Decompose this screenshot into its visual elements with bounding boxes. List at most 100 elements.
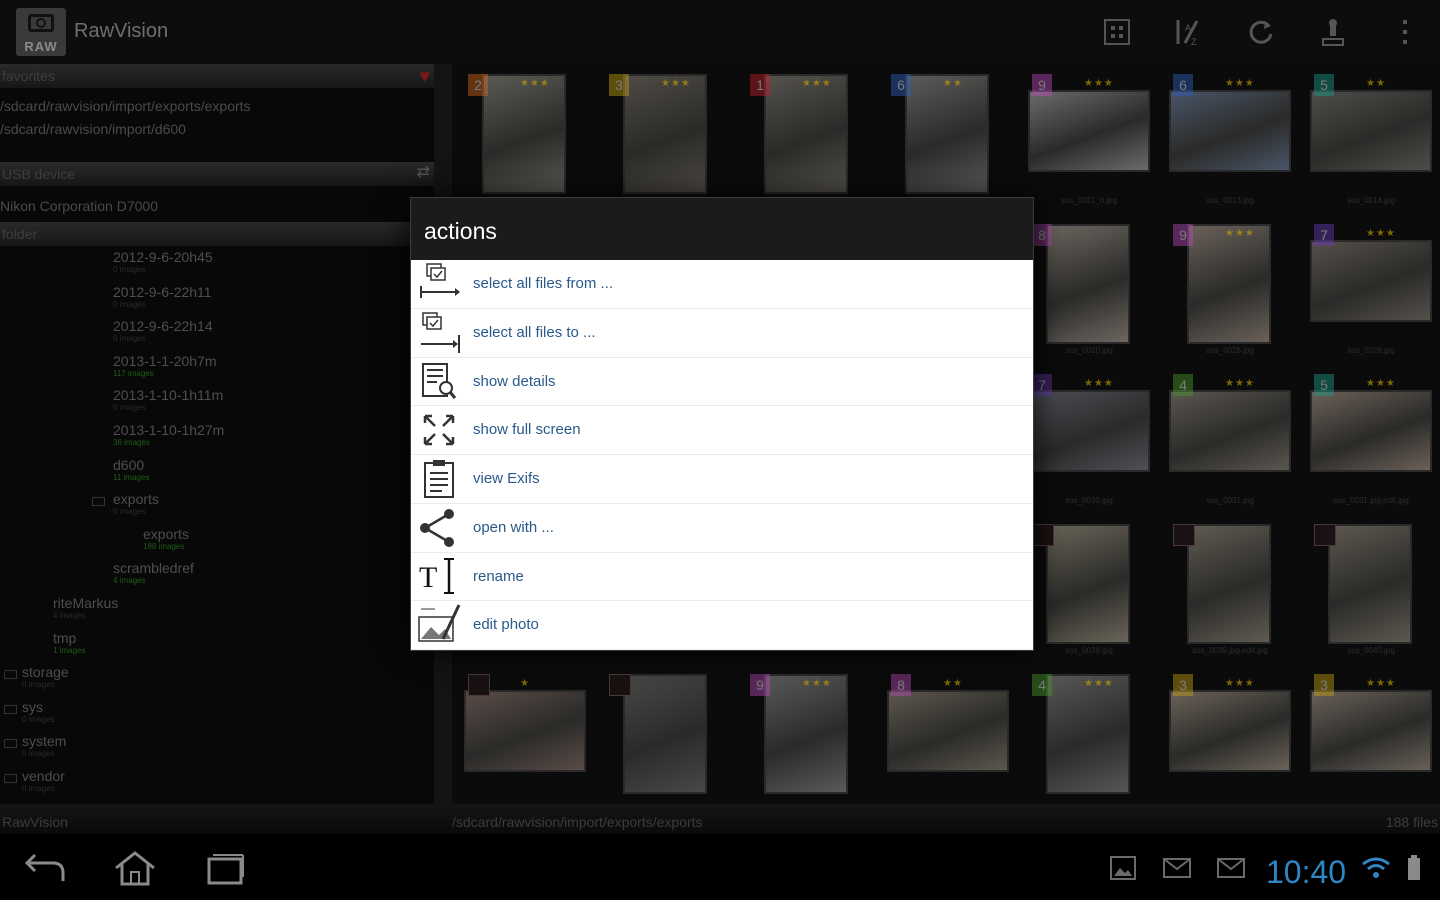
photo-filename: sos_0040.jpg xyxy=(1347,646,1395,655)
action-item-edit-photo[interactable]: edit photo xyxy=(411,601,1033,650)
photo-thumbnail[interactable]: sos_0039.jpg xyxy=(1022,520,1156,664)
mail-notification-icon[interactable] xyxy=(1152,848,1202,888)
refresh-icon[interactable] xyxy=(1246,16,1276,48)
action-item-view-exifs[interactable]: view Exifs xyxy=(411,455,1033,504)
photo-image xyxy=(1169,690,1291,772)
photo-image xyxy=(887,690,1009,772)
folder-header: folder xyxy=(0,222,434,246)
photo-image xyxy=(764,74,848,194)
photo-image xyxy=(1028,390,1150,472)
photo-thumbnail[interactable]: ★ xyxy=(458,670,592,804)
photo-thumbnail[interactable]: 4 ★★★ sos_0031.jpg xyxy=(1163,370,1297,514)
action-item-show-details[interactable]: show details xyxy=(411,358,1033,407)
photo-image xyxy=(1310,390,1432,472)
home-icon[interactable] xyxy=(110,848,160,888)
folder-item[interactable]: exports xyxy=(113,492,159,506)
photo-thumbnail[interactable]: 3 ★★★ xyxy=(1304,670,1438,804)
details-icon xyxy=(417,360,463,404)
folder-item[interactable]: vendor xyxy=(22,769,65,783)
photo-thumbnail[interactable]: 8 ★★ xyxy=(881,670,1015,804)
action-item-open-with[interactable]: open with ... xyxy=(411,504,1033,553)
folder-item[interactable]: 2013-1-1-20h7m xyxy=(113,354,217,368)
folder-item[interactable]: 2013-1-10-1h27m xyxy=(113,423,224,437)
photo-thumbnail[interactable]: 6 ★★ xyxy=(881,70,1015,214)
folder-item[interactable]: system xyxy=(22,734,66,748)
action-item-show-full-screen[interactable]: show full screen xyxy=(411,406,1033,455)
clipboard-icon xyxy=(417,457,463,501)
no-label-icon xyxy=(1032,524,1054,546)
photo-image xyxy=(1046,674,1130,794)
photo-thumbnail[interactable]: sos_0039.jpg.edit.jpg xyxy=(1163,520,1297,664)
folder-item[interactable]: exports xyxy=(143,527,189,541)
photo-thumbnail[interactable]: 5 ★★★ sos_0031.jpg.edit.jpg xyxy=(1304,370,1438,514)
favorite-path-1[interactable]: /sdcard/rawvision/import/exports/exports xyxy=(0,98,251,114)
color-label-badge: 4 xyxy=(1173,374,1193,396)
photo-thumbnail[interactable]: 6 ★★★ sos_0013.jpg xyxy=(1163,70,1297,214)
heart-icon[interactable]: ♥ xyxy=(419,66,430,87)
status-app-name: RawVision xyxy=(2,814,68,830)
photo-thumbnail[interactable]: 9 ★★★ xyxy=(740,670,874,804)
folder-item[interactable]: 2012-9-6-22h11 xyxy=(113,285,212,299)
usb-header-label: USB device xyxy=(2,166,76,182)
action-item-select-all-files-to[interactable]: select all files to ... xyxy=(411,309,1033,358)
battery-icon xyxy=(1396,848,1432,888)
rating-stars: ★★★ xyxy=(1366,678,1396,689)
photo-thumbnail[interactable]: 4 ★★★ xyxy=(1022,670,1156,804)
photo-image xyxy=(1310,90,1432,172)
photo-filename: sos_0031.jpg.edit.jpg xyxy=(1333,496,1409,505)
folder-count: 188 images xyxy=(143,541,185,551)
folder-count: 0 images xyxy=(22,749,55,759)
dialog-title: actions xyxy=(424,218,497,244)
photo-image xyxy=(1169,390,1291,472)
folder-item[interactable]: storage xyxy=(22,665,69,679)
gmail-notification-icon[interactable] xyxy=(1206,848,1256,888)
app-logo-icon: RAW xyxy=(16,8,66,56)
action-item-label: rename xyxy=(473,567,524,585)
recent-apps-icon[interactable] xyxy=(200,848,250,888)
fullscreen-icon xyxy=(417,408,463,452)
photo-thumbnail[interactable]: 2 ★★★ xyxy=(458,70,592,214)
folder-item[interactable]: tmp xyxy=(53,631,76,645)
favorites-header[interactable]: favorites ♥ xyxy=(0,64,434,88)
folder-item[interactable]: 2012-9-6-20h45 xyxy=(113,250,213,264)
color-label-badge: 7 xyxy=(1314,224,1334,246)
photo-thumbnail[interactable]: 5 ★★ sos_0014.jpg xyxy=(1304,70,1438,214)
photo-thumbnail[interactable]: 9 ★★★ sos_0011_rl.jpg xyxy=(1022,70,1156,214)
gallery-notification-icon[interactable] xyxy=(1098,848,1148,888)
color-label-badge: 3 xyxy=(1173,674,1193,696)
color-label-badge: 9 xyxy=(750,674,770,696)
action-item-rename[interactable]: Trename xyxy=(411,553,1033,602)
favorite-path-2[interactable]: /sdcard/rawvision/import/d600 xyxy=(0,121,186,137)
folder-item[interactable]: 2013-1-10-1h11m xyxy=(113,388,223,402)
photo-thumbnail[interactable]: 8 sos_0020.jpg xyxy=(1022,220,1156,364)
sort-icon[interactable]: AZ xyxy=(1172,16,1202,48)
color-label-badge: 6 xyxy=(1173,74,1193,96)
folder-item[interactable]: riteMarkus xyxy=(53,596,118,610)
photo-thumbnail[interactable]: 3 ★★★ xyxy=(1163,670,1297,804)
photo-image xyxy=(1046,224,1130,344)
photo-thumbnail[interactable]: 7 ★★★ sos_0028.jpg xyxy=(1304,220,1438,364)
photo-thumbnail[interactable]: 7 ★★★ sos_0030.jpg xyxy=(1022,370,1156,514)
photo-thumbnail[interactable]: 3 ★★★ xyxy=(599,70,733,214)
photo-thumbnail[interactable]: 1 ★★★ xyxy=(740,70,874,214)
no-label-icon xyxy=(1314,524,1336,546)
photo-thumbnail[interactable]: sos_0040.jpg xyxy=(1304,520,1438,664)
clock[interactable]: 10:40 xyxy=(1266,854,1346,891)
actions-list: select all files from ... select all file… xyxy=(411,260,1033,650)
import-icon[interactable] xyxy=(1318,16,1348,48)
photo-thumbnail[interactable] xyxy=(599,670,733,804)
rating-stars: ★★★ xyxy=(1084,678,1114,689)
photo-image xyxy=(905,74,989,194)
folder-item[interactable]: sys xyxy=(22,700,43,714)
folder-item[interactable]: 2012-9-6-22h14 xyxy=(113,319,213,333)
rating-stars: ★★ xyxy=(943,678,963,689)
action-item-select-all-files-from[interactable]: select all files from ... xyxy=(411,260,1033,309)
grid-view-icon[interactable] xyxy=(1102,16,1132,48)
action-item-label: open with ... xyxy=(473,518,554,536)
photo-thumbnail[interactable]: 9 ★★★ sos_0026.jpg xyxy=(1163,220,1297,364)
folder-item[interactable]: d600 xyxy=(113,458,144,472)
back-icon[interactable] xyxy=(20,848,70,888)
folder-item[interactable]: scrambledref xyxy=(113,561,194,575)
usb-device-name[interactable]: Nikon Corporation D7000 xyxy=(0,198,158,214)
overflow-menu-icon[interactable] xyxy=(1390,16,1420,48)
